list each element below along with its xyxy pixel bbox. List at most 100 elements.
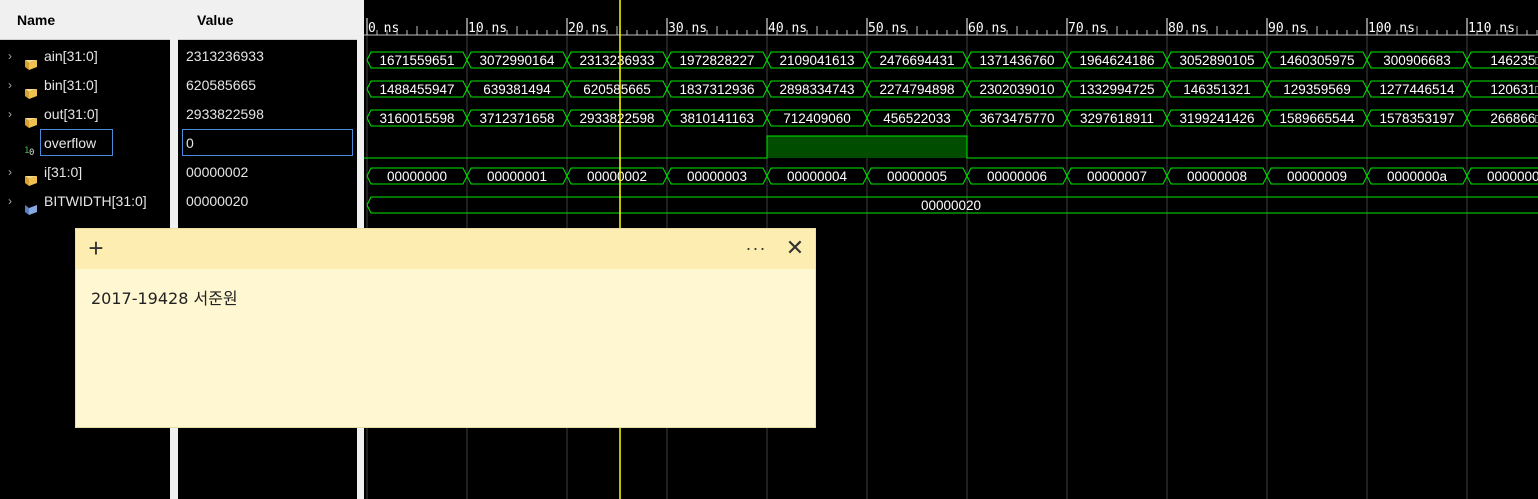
bus-value-label: 266866□ — [1490, 111, 1538, 126]
bus-value-label: 00000006 — [987, 169, 1047, 184]
bus-icon — [25, 51, 37, 70]
signal-row[interactable]: › i[31:0] — [0, 158, 170, 187]
close-icon[interactable]: ✕ — [782, 233, 808, 263]
bus-value-label: 3072990164 — [479, 53, 555, 68]
bus-icon — [25, 109, 37, 128]
bus-value-label: 456522033 — [883, 111, 951, 126]
bus-value-label: 1671559651 — [379, 53, 454, 68]
value-row[interactable]: 2313236933 — [178, 42, 358, 71]
value-row[interactable]: 620585665 — [178, 71, 358, 100]
bus-value-label: 146235□ — [1490, 53, 1538, 68]
bus-value-label: 3297618911 — [1080, 111, 1154, 126]
signal-row[interactable]: › bin[31:0] — [0, 71, 170, 100]
time-tick-label: 60 ns — [968, 21, 1007, 36]
bus-value-label: 00000005 — [887, 169, 947, 184]
chevron-right-icon[interactable]: › — [8, 187, 16, 216]
value-row[interactable]: 2933822598 — [178, 100, 358, 129]
bus-value-label: 1277446514 — [1379, 82, 1455, 97]
signal-name: i[31:0] — [44, 164, 83, 180]
time-tick-label: 30 ns — [668, 21, 707, 36]
bus-value-label: 0000000a — [1387, 169, 1448, 184]
bus-value-label: 1460305975 — [1279, 53, 1354, 68]
value-row[interactable]: 0 — [178, 129, 358, 158]
bus-value-label: 620585665 — [583, 82, 651, 97]
signal-value: 2933822598 — [186, 106, 264, 122]
chevron-right-icon[interactable]: › — [8, 158, 16, 187]
signal-name: BITWIDTH[31:0] — [44, 193, 147, 209]
bus-value-label: 2933822598 — [579, 111, 654, 126]
signal-row[interactable]: › ain[31:0] — [0, 42, 170, 71]
bus-value-label: 3712371658 — [479, 111, 554, 126]
value-row[interactable]: 00000002 — [178, 158, 358, 187]
bus-value-label: 2476694431 — [879, 53, 954, 68]
signal-name: ain[31:0] — [44, 48, 98, 64]
time-tick-label: 10 ns — [468, 21, 507, 36]
bus-value-label: 00000000 — [387, 169, 447, 184]
time-tick-label: 100 ns — [1368, 21, 1415, 36]
bus-value-label: 00000003 — [687, 169, 747, 184]
time-tick-label: 90 ns — [1268, 21, 1307, 36]
bus-value-label: 1332994725 — [1079, 82, 1154, 97]
bus-value-label: 2313236933 — [579, 53, 654, 68]
chevron-right-icon[interactable]: › — [8, 100, 16, 129]
sticky-note-text[interactable]: 2017-19428 서준원 — [91, 285, 238, 309]
signal-row[interactable]: 1 0 overflow — [0, 129, 170, 158]
bus-value-label: 3160015598 — [379, 111, 454, 126]
bus-value-label: 2109041613 — [779, 53, 854, 68]
time-tick-label: 0 ns — [368, 21, 399, 36]
value-row[interactable]: 00000020 — [178, 187, 358, 216]
signal-value: 00000002 — [186, 164, 249, 180]
bit-icon: 10 — [24, 137, 36, 158]
bus-value-label: 2302039010 — [979, 82, 1054, 97]
bus-value-label: 00000008 — [1187, 169, 1247, 184]
signal-value: 00000020 — [186, 193, 249, 209]
bus-value-label: 712409060 — [783, 111, 851, 126]
svg-text:0: 0 — [29, 148, 34, 156]
sticky-note-titlebar[interactable]: + ··· ✕ — [76, 229, 815, 269]
time-tick-label: 70 ns — [1068, 21, 1107, 36]
overflow-high-fill — [767, 136, 867, 158]
bus-icon — [25, 80, 37, 99]
value-column-header[interactable]: Value — [178, 0, 358, 40]
signal-value: 620585665 — [186, 77, 257, 93]
bus-value-label: 3052890105 — [1179, 53, 1254, 68]
more-options-icon[interactable]: ··· — [742, 233, 770, 263]
time-tick-label: 110 ns — [1468, 21, 1515, 36]
chevron-right-icon[interactable]: › — [8, 71, 16, 100]
bus-value-label: 120631□ — [1490, 82, 1538, 97]
overflow-high-fill — [867, 136, 967, 158]
chevron-right-icon[interactable]: › — [8, 42, 16, 71]
bus-value-label: 129359569 — [1283, 82, 1351, 97]
bus-value-label: 00000004 — [787, 169, 848, 184]
signal-value: 2313236933 — [186, 48, 264, 64]
bus-value-label: 300906683 — [1383, 53, 1451, 68]
bus-value-label: 3199241426 — [1179, 111, 1254, 126]
bus-value-label: 1589665544 — [1279, 111, 1355, 126]
name-column-header[interactable]: Name — [0, 0, 170, 40]
bus-value-label: 639381494 — [483, 82, 551, 97]
signal-name: bin[31:0] — [44, 77, 98, 93]
bus-value-label: 146351321 — [1183, 82, 1251, 97]
bus-value-label: 1972828227 — [679, 53, 754, 68]
bus-value-label: 00000020 — [921, 198, 981, 213]
param-icon — [25, 196, 37, 215]
time-tick-label: 20 ns — [568, 21, 607, 36]
bus-value-label: 00000001 — [487, 169, 547, 184]
bus-value-label: 3673475770 — [979, 111, 1054, 126]
signal-row[interactable]: › BITWIDTH[31:0] — [0, 187, 170, 216]
bus-value-label: 00000002 — [587, 169, 647, 184]
signal-value: 0 — [186, 135, 194, 151]
bus-value-label: 0000000b — [1487, 169, 1538, 184]
bus-value-label: 1578353197 — [1379, 111, 1454, 126]
time-tick-label: 80 ns — [1168, 21, 1207, 36]
bus-value-label: 00000009 — [1287, 169, 1347, 184]
bus-value-label: 1488455947 — [379, 82, 454, 97]
signal-row[interactable]: › out[31:0] — [0, 100, 170, 129]
bus-value-label: 3810141163 — [680, 111, 754, 126]
bus-value-label: 2898334743 — [779, 82, 854, 97]
signal-name: out[31:0] — [44, 106, 99, 122]
bus-value-label: 00000007 — [1087, 169, 1147, 184]
add-note-icon[interactable]: + — [84, 233, 108, 263]
selected-row-outline — [182, 129, 353, 156]
sticky-note[interactable]: + ··· ✕ 2017-19428 서준원 — [76, 229, 815, 427]
